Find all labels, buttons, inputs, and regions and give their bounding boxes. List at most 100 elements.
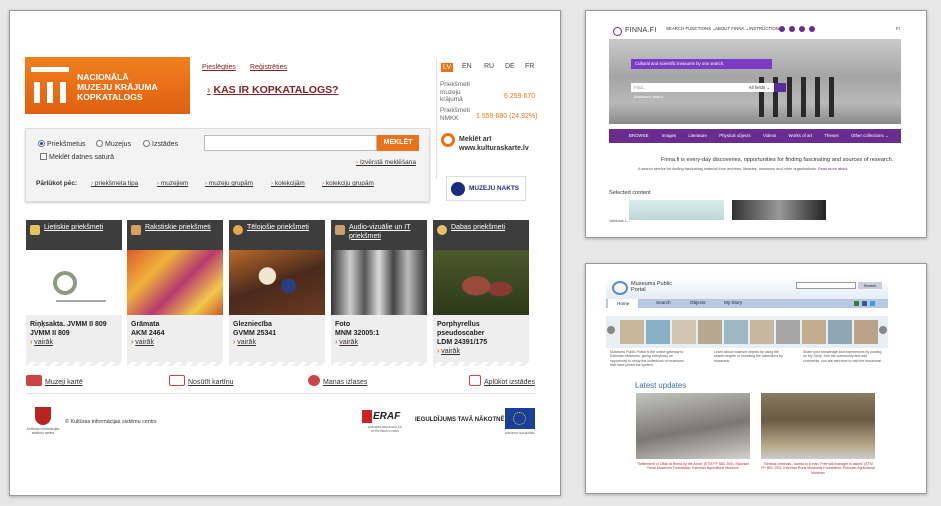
carousel-thumb[interactable] xyxy=(854,320,878,344)
youtube-icon[interactable] xyxy=(799,26,805,32)
more-link[interactable]: › vairāk xyxy=(437,347,525,356)
lang-ru[interactable]: RU xyxy=(484,63,494,70)
lang-de[interactable]: DE xyxy=(505,63,515,70)
tile-image[interactable] xyxy=(127,250,223,315)
tile-caption-title: Glezniecība xyxy=(233,321,272,328)
tile-header[interactable]: Dabas priekšmeti xyxy=(433,220,529,250)
advanced-search-link[interactable]: › Izvērstā meklēšana xyxy=(356,159,416,166)
photo-caption[interactable]: "Serious criminals - karma to a man. Fre… xyxy=(761,462,875,475)
search-button[interactable]: Search xyxy=(858,282,882,289)
portal-title[interactable]: Museums Public Portal xyxy=(631,281,672,294)
browse-literature[interactable]: Literature xyxy=(688,133,707,138)
tile-header[interactable]: Lietiskie priekšmeti xyxy=(26,220,122,250)
nav-instructions[interactable]: INSTRUCTIONS xyxy=(749,26,782,31)
browse-theses[interactable]: Theses xyxy=(824,133,838,138)
browse-works-of-art[interactable]: Works of art xyxy=(789,133,813,138)
lang-en[interactable]: EN xyxy=(462,63,472,70)
browse-museums[interactable]: › muzejiem xyxy=(157,180,188,187)
tab-objects[interactable]: Objects xyxy=(690,300,706,305)
nav-search-functions[interactable]: SEARCH FUNCTIONS ⌄ xyxy=(666,26,716,32)
read-more-link[interactable]: Read more about xyxy=(818,167,847,171)
exhibitions-link[interactable]: Aplūkot izstādes xyxy=(469,375,535,386)
kulturaskarte-link[interactable]: Meklēt arī www.kulturaskarte.lv xyxy=(459,135,529,153)
selected-thumb[interactable] xyxy=(732,200,826,220)
browse-collections[interactable]: › kolekcijām xyxy=(271,180,305,187)
field-select[interactable]: All fields ⌄ xyxy=(749,83,770,92)
tile-image[interactable] xyxy=(331,250,427,315)
browse-collection-groups[interactable]: › kolekciju grupām xyxy=(322,180,374,187)
tile-header[interactable]: Audio-vizuālie un IT priekšmeti xyxy=(331,220,427,250)
more-link[interactable]: › vairāk xyxy=(131,338,219,347)
language-switch[interactable]: FI xyxy=(896,26,900,31)
carousel-thumb[interactable] xyxy=(724,320,748,344)
category-tile[interactable]: Audio-vizuālie un IT priekšmeti Foto MNM … xyxy=(331,220,427,366)
about-catalogue-link[interactable]: › KAS IR KOPKATALOGS? xyxy=(207,84,339,96)
facebook-icon[interactable] xyxy=(862,301,867,306)
category-tile[interactable]: Dabas priekšmeti Porphyrellus pseudoscabe… xyxy=(433,220,529,366)
chevron-right-icon[interactable] xyxy=(879,326,887,334)
search-button[interactable] xyxy=(774,83,786,92)
radio-objects[interactable]: Priekšmetus xyxy=(38,140,86,148)
selected-thumb[interactable] xyxy=(629,200,724,220)
carousel-thumb[interactable] xyxy=(620,320,644,344)
chevron-left-icon[interactable] xyxy=(607,326,615,334)
facebook-icon[interactable] xyxy=(779,26,785,32)
category-tile[interactable]: Lietiskie priekšmeti Riņķsakta. JVMM II … xyxy=(26,220,122,366)
share-icon[interactable] xyxy=(854,301,859,306)
content-checkbox[interactable]: Meklēt datnes saturā xyxy=(40,153,114,161)
carousel-thumb[interactable] xyxy=(776,320,800,344)
browse-type[interactable]: › priekšmeta tipa xyxy=(91,180,138,187)
museum-night-banner[interactable]: MUZEJU NAKTS xyxy=(446,176,526,201)
radio-label: Izstādes xyxy=(152,141,179,148)
carousel-thumb[interactable] xyxy=(698,320,722,344)
museums-map-link[interactable]: Muzeji kartē xyxy=(26,375,83,386)
divider xyxy=(26,393,536,394)
more-link[interactable]: › vairāk xyxy=(335,338,423,347)
nav-about-finna[interactable]: ABOUT FINNA ⌄ xyxy=(715,26,749,32)
advanced-search-link[interactable]: Advanced search xyxy=(634,95,663,99)
carousel-thumb[interactable] xyxy=(828,320,852,344)
browse-images[interactable]: Images xyxy=(662,133,676,138)
carousel-thumb[interactable] xyxy=(750,320,774,344)
tile-header[interactable]: Rakstiskie priekšmeti xyxy=(127,220,223,250)
browse-museum-groups[interactable]: › muzeju grupām xyxy=(205,180,253,187)
latest-photo[interactable] xyxy=(636,393,750,459)
twitter-icon[interactable] xyxy=(870,301,875,306)
tile-image[interactable] xyxy=(433,250,529,315)
browse-videos[interactable]: Videos xyxy=(763,133,776,138)
category-tile[interactable]: Tēlojošie priekšmeti Glezniecība GVMM 253… xyxy=(229,220,325,366)
stat-label-line: muzeju xyxy=(440,88,461,96)
radio-exhibitions[interactable]: Izstādes xyxy=(143,140,178,148)
my-selections-link[interactable]: Manas izlases xyxy=(308,375,367,386)
radio-museums[interactable]: Muzejus xyxy=(96,140,131,148)
send-card-link[interactable]: Nosūtīt kartīņu xyxy=(169,375,234,386)
more-link[interactable]: › vairāk xyxy=(30,338,118,347)
category-tile[interactable]: Rakstiskie priekšmeti Grāmata AKM 2464 › v… xyxy=(127,220,223,366)
tab-home[interactable]: Home xyxy=(608,299,639,308)
twitter-icon[interactable] xyxy=(809,26,815,32)
tile-image[interactable] xyxy=(26,250,122,315)
search-input[interactable] xyxy=(204,135,377,151)
tab-my-story[interactable]: My Story xyxy=(724,300,742,305)
register-link[interactable]: Reģistrēties xyxy=(250,64,287,71)
browse-physical-objects[interactable]: Physical objects xyxy=(719,133,750,138)
browse-other[interactable]: Other collections ⌄ xyxy=(851,133,889,138)
latest-photo[interactable] xyxy=(761,393,875,459)
tile-header[interactable]: Tēlojošie priekšmeti xyxy=(229,220,325,250)
login-link[interactable]: Pieslēgties xyxy=(202,64,236,71)
carousel-thumb[interactable] xyxy=(646,320,670,344)
finna-logo[interactable]: FINNA.FI xyxy=(625,27,657,34)
lang-lv[interactable]: LV xyxy=(441,63,454,72)
tile-image[interactable] xyxy=(229,250,325,315)
photo-caption[interactable]: "Settlement of Oflak at Rirma by the Ann… xyxy=(636,462,750,471)
carousel-thumb[interactable] xyxy=(672,320,696,344)
search-button[interactable]: MEKLĒT xyxy=(377,135,419,151)
search-input[interactable] xyxy=(796,282,856,289)
search-input[interactable]: Find... All fields ⌄ xyxy=(631,83,774,92)
instagram-icon[interactable] xyxy=(789,26,795,32)
lang-fr[interactable]: FR xyxy=(525,63,534,70)
carousel-thumb[interactable] xyxy=(802,320,826,344)
more-link[interactable]: › vairāk xyxy=(233,338,321,347)
tab-search[interactable]: Search xyxy=(656,300,671,305)
site-logo[interactable]: NACIONĀLĀ MUZEJU KRĀJUMA KOPKATALOGS xyxy=(25,57,190,114)
